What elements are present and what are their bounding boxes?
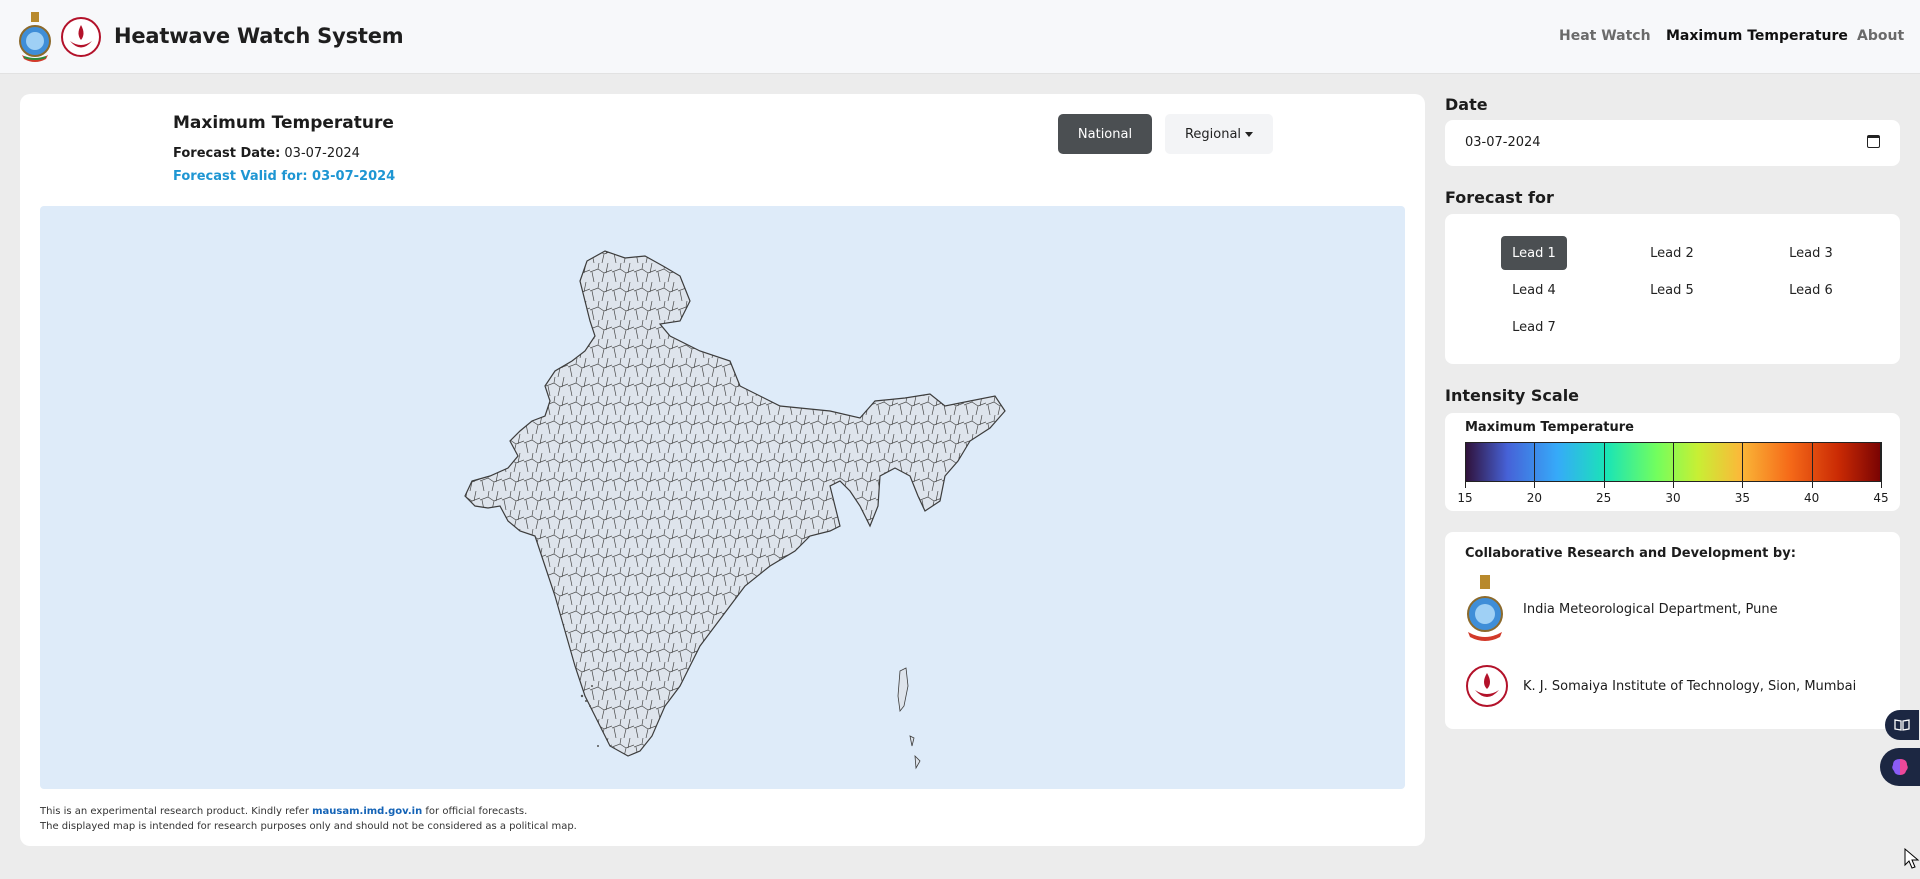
disclaimer-line-1: This is an experimental research product… [40,806,528,817]
forecast-valid: Forecast Valid for: 03-07-2024 [173,169,396,184]
nav-heat-watch[interactable]: Heat Watch [1559,28,1651,44]
imd-emblem-icon [1467,575,1503,641]
scale-title: Maximum Temperature [1465,420,1634,435]
org-somaiya-name: K. J. Somaiya Institute of Technology, S… [1523,679,1857,694]
scale-tick-label: 40 [1804,491,1820,505]
regional-dropdown-button[interactable]: Regional [1165,114,1273,154]
scale-tick-label: 20 [1526,491,1542,505]
scale-tick-label: 25 [1596,491,1612,505]
scale-tick [1881,442,1882,488]
map-card: Maximum Temperature Forecast Date: 03-07… [20,94,1425,846]
app-title: Heatwave Watch System [114,24,404,48]
lead-2-button[interactable]: Lead 2 [1639,236,1705,270]
somaiya-logo-icon[interactable] [60,16,102,58]
nav-about[interactable]: About [1857,28,1904,44]
scale-tick [1465,442,1466,488]
collaboration-card: Collaborative Research and Development b… [1445,532,1900,729]
scale-tick [1811,442,1813,488]
lead-3-button[interactable]: Lead 3 [1778,236,1844,270]
india-district-map [464,250,1006,770]
forecast-date: Forecast Date: 03-07-2024 [173,146,360,161]
date-value: 03-07-2024 [1465,135,1541,150]
scale-tick-label: 30 [1665,491,1681,505]
somaiya-logo-icon [1466,665,1508,707]
date-input[interactable]: 03-07-2024 [1445,120,1900,166]
intensity-scale: Maximum Temperature 15 20 25 30 35 40 45 [1445,413,1900,511]
lead-6-button[interactable]: Lead 6 [1778,273,1844,307]
calendar-icon[interactable] [1867,135,1880,148]
book-icon [1894,719,1910,731]
top-navbar: Heatwave Watch System Heat Watch Maximum… [0,0,1920,74]
lead-1-button[interactable]: Lead 1 [1501,236,1567,270]
regional-label: Regional [1184,126,1242,142]
disclaimer: This is an experimental research product… [40,804,577,834]
date-label: Date [1445,95,1488,114]
brain-icon [1892,759,1908,775]
forecast-date-label: Forecast Date: [173,146,281,161]
forecast-date-value: 03-07-2024 [284,146,360,161]
nav-maximum-temperature[interactable]: Maximum Temperature [1666,28,1848,44]
mausam-link[interactable]: mausam.imd.gov.in [312,806,422,817]
disclaimer-line-2: The displayed map is intended for resear… [40,821,577,832]
imd-emblem-icon[interactable] [18,11,52,63]
scale-tick [1673,442,1674,488]
mouse-cursor-icon [1904,848,1920,869]
national-button[interactable]: National [1058,114,1152,154]
lead-5-button[interactable]: Lead 5 [1639,273,1705,307]
assistant-widget-button[interactable] [1880,748,1920,786]
lead-7-button[interactable]: Lead 7 [1501,310,1567,344]
lead-selector: Lead 1 Lead 2 Lead 3 Lead 4 Lead 5 Lead … [1445,214,1900,364]
chevron-down-icon [1245,131,1254,137]
forecast-for-label: Forecast for [1445,188,1554,207]
india-map[interactable] [40,206,1405,789]
scale-tick-label: 35 [1734,491,1750,505]
scale-tick [1742,442,1744,488]
reader-widget-button[interactable] [1885,710,1919,740]
org-imd-name: India Meteorological Department, Pune [1523,602,1778,617]
page-title: Maximum Temperature [173,113,394,133]
scale-tick [1603,442,1605,488]
collab-title: Collaborative Research and Development b… [1465,546,1796,561]
scale-tick-label: 45 [1873,491,1889,505]
scale-tick-label: 15 [1457,491,1473,505]
scale-tick [1534,442,1536,488]
intensity-scale-label: Intensity Scale [1445,386,1580,405]
lead-4-button[interactable]: Lead 4 [1501,273,1567,307]
